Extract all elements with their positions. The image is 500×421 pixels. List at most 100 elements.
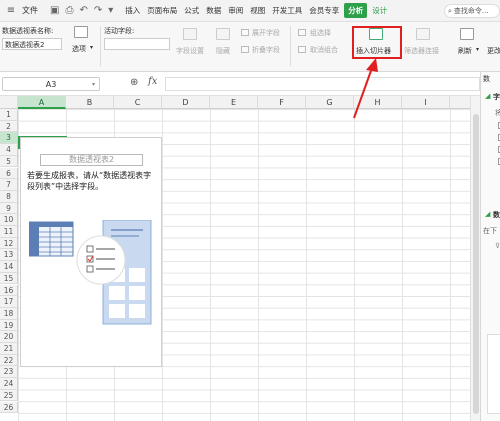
tab-view[interactable]: 视图 (248, 4, 267, 17)
formula-input[interactable] (165, 77, 480, 91)
more-icon[interactable]: ▾ (108, 5, 113, 16)
column-header[interactable]: D (162, 96, 210, 109)
column-header[interactable]: E (210, 96, 258, 109)
formula-bar: A3 ▾ ⊕ fx (0, 72, 480, 96)
row-header[interactable]: 26 (0, 401, 18, 414)
print-icon[interactable]: ⎙ (65, 5, 73, 16)
save-icon[interactable]: ▣ (50, 5, 59, 16)
row-header[interactable]: 3 (0, 132, 18, 145)
column-header[interactable]: G (306, 96, 354, 109)
pivot-table-placeholder[interactable]: 数据透视表2 若要生成报表，请从“数据透视表字段列表”中选择字段。 (20, 137, 162, 367)
column-header[interactable]: F (258, 96, 306, 109)
column-header[interactable]: C (114, 96, 162, 109)
menu-icon[interactable]: ≡ (4, 5, 18, 16)
column-header[interactable]: B (66, 96, 114, 109)
tab-data[interactable]: 数据 (204, 4, 223, 17)
values-area-box[interactable] (487, 334, 500, 414)
row-header[interactable]: 16 (0, 284, 18, 297)
expand-field-button[interactable]: 展开字段 (252, 28, 280, 38)
row-header[interactable]: 17 (0, 296, 18, 308)
active-field-label: 活动字段: (104, 27, 135, 35)
menu-bar: ≡ 文件 ▣ ⎙ ↶ ↷ ▾ 插入 页面布局 公式 数据 审阅 视图 开发工具 … (0, 0, 500, 22)
row-header[interactable]: 5 (0, 155, 18, 168)
areas-section-heading: 数 (493, 211, 500, 219)
row-header[interactable]: 14 (0, 261, 18, 273)
options-icon[interactable] (74, 26, 88, 38)
table-icon (29, 221, 74, 257)
row-header[interactable]: 25 (0, 389, 18, 402)
row-header[interactable]: 12 (0, 237, 18, 250)
tab-insert[interactable]: 插入 (123, 4, 142, 17)
active-field-input[interactable] (104, 38, 170, 50)
filter-connection-button[interactable]: 筛选器连接 (404, 46, 439, 56)
name-box[interactable]: A3 ▾ (2, 77, 100, 91)
row-header[interactable]: 15 (0, 272, 18, 285)
pivot-name-value: 数据透视表2 (5, 41, 45, 49)
filter-icon: ⊽ (495, 242, 500, 250)
refresh-button[interactable]: 刷新 (458, 46, 472, 56)
row-header[interactable]: 9 (0, 202, 18, 215)
quick-access-toolbar: ▣ ⎙ ↶ ↷ ▾ (50, 5, 113, 16)
zoom-icon[interactable]: ⊕ (130, 77, 138, 88)
group-selection-button[interactable]: 组选择 (310, 28, 331, 38)
divider (100, 26, 101, 66)
select-all-corner[interactable] (0, 96, 18, 109)
vertical-scrollbar[interactable] (470, 96, 480, 421)
tab-analyze[interactable]: 分析 (344, 3, 368, 18)
collapse-field-icon (241, 46, 249, 53)
tab-design[interactable]: 设计 (370, 4, 389, 17)
pivot-name-field[interactable]: 数据透视表2 (2, 38, 62, 50)
chevron-down-icon[interactable]: ◢ (485, 92, 490, 100)
hide-icon (216, 28, 230, 40)
row-header[interactable]: 8 (0, 190, 18, 203)
column-header[interactable]: A (18, 96, 66, 109)
hide-button[interactable]: 隐藏 (216, 46, 230, 56)
highlight-box (352, 26, 402, 59)
column-header[interactable]: I (402, 96, 450, 109)
refresh-dropdown-icon[interactable]: ▾ (476, 46, 479, 53)
row-header[interactable]: 1 (0, 109, 18, 121)
ungroup-button[interactable]: 取消组合 (310, 45, 338, 55)
ungroup-icon (298, 46, 306, 53)
row-header[interactable]: 21 (0, 343, 18, 355)
undo-icon[interactable]: ↶ (79, 5, 87, 16)
pivot-hint-text: 若要生成报表，请从“数据透视表字段列表”中选择字段。 (27, 171, 152, 191)
ribbon-tabs: 插入 页面布局 公式 数据 审阅 视图 开发工具 会员专享 分析 设计 (123, 3, 389, 18)
scrollbar-thumb[interactable] (473, 114, 479, 414)
chevron-down-icon[interactable]: ◢ (485, 210, 490, 218)
tab-page-layout[interactable]: 页面布局 (145, 4, 179, 17)
change-source-button[interactable]: 更改 (487, 46, 500, 56)
row-header[interactable]: 11 (0, 226, 18, 238)
row-header[interactable]: 2 (0, 120, 18, 133)
file-menu[interactable]: 文件 (22, 5, 38, 16)
row-header[interactable]: 6 (0, 167, 18, 180)
search-box[interactable]: ⌕ 查找命令... (444, 4, 500, 18)
pivot-title: 数据透视表2 (40, 154, 143, 166)
tab-formula[interactable]: 公式 (182, 4, 201, 17)
collapse-field-button[interactable]: 折叠字段 (252, 45, 280, 55)
column-header[interactable]: H (354, 96, 402, 109)
tab-member[interactable]: 会员专享 (307, 4, 341, 17)
row-header[interactable]: 22 (0, 354, 18, 367)
search-icon: ⌕ (448, 6, 452, 15)
fx-icon[interactable]: fx (148, 76, 157, 87)
row-header[interactable]: 19 (0, 319, 18, 332)
panel-title: 数 (483, 75, 490, 83)
field-settings-button[interactable]: 字段设置 (176, 46, 204, 56)
filter-connection-icon (416, 28, 430, 40)
chevron-down-icon[interactable]: ▾ (92, 81, 95, 88)
options-dropdown-icon[interactable]: ▾ (90, 44, 93, 51)
redo-icon[interactable]: ↷ (94, 5, 102, 16)
tab-developer[interactable]: 开发工具 (270, 4, 304, 17)
row-header[interactable]: 18 (0, 307, 18, 320)
options-button[interactable]: 选项 (72, 44, 86, 54)
row-header[interactable]: 13 (0, 249, 18, 262)
row-header[interactable]: 4 (0, 144, 18, 156)
divider (290, 26, 291, 66)
tab-review[interactable]: 审阅 (226, 4, 245, 17)
row-header[interactable]: 7 (0, 179, 18, 191)
row-header[interactable]: 10 (0, 214, 18, 226)
row-header[interactable]: 23 (0, 366, 18, 379)
row-header[interactable]: 24 (0, 378, 18, 390)
row-header[interactable]: 20 (0, 331, 18, 343)
